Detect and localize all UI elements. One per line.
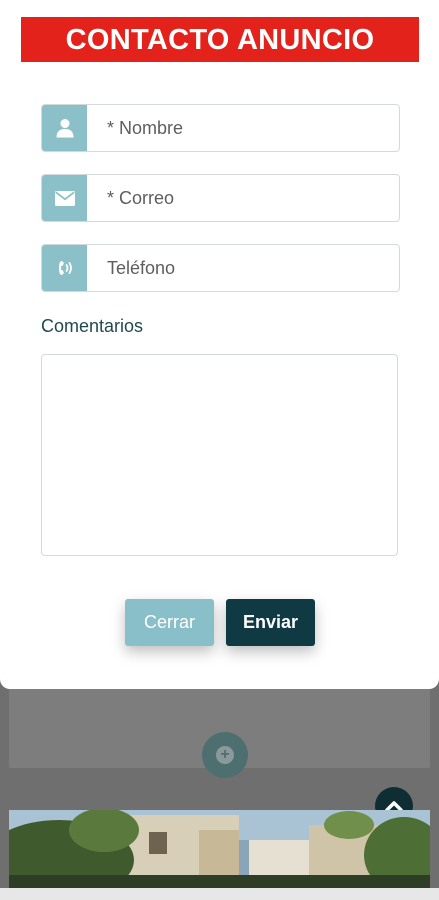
add-button[interactable]: + (202, 732, 248, 778)
phone-input[interactable] (88, 245, 388, 291)
send-button[interactable]: Enviar (226, 599, 315, 646)
user-icon (56, 119, 73, 138)
listing-photo-image (9, 810, 430, 888)
email-field[interactable] (41, 174, 400, 222)
plus-circle-icon: + (216, 746, 234, 764)
close-button[interactable]: Cerrar (125, 599, 214, 646)
envelope-icon-box (42, 175, 87, 221)
name-input[interactable] (88, 105, 388, 151)
envelope-icon (54, 190, 75, 206)
phone-field[interactable] (41, 244, 400, 292)
name-field[interactable] (41, 104, 400, 152)
listing-photo[interactable] (9, 810, 430, 888)
bottom-bar (0, 888, 439, 900)
email-input[interactable] (88, 175, 388, 221)
phone-icon-box (42, 245, 87, 291)
modal-title: CONTACTO ANUNCIO (21, 17, 419, 62)
comments-label: Comentarios (41, 316, 144, 336)
contact-modal: CONTACTO ANUNCIO Comentari (0, 0, 439, 689)
comments-textarea[interactable] (41, 354, 398, 556)
phone-icon (58, 261, 72, 275)
user-icon-box (42, 105, 87, 151)
